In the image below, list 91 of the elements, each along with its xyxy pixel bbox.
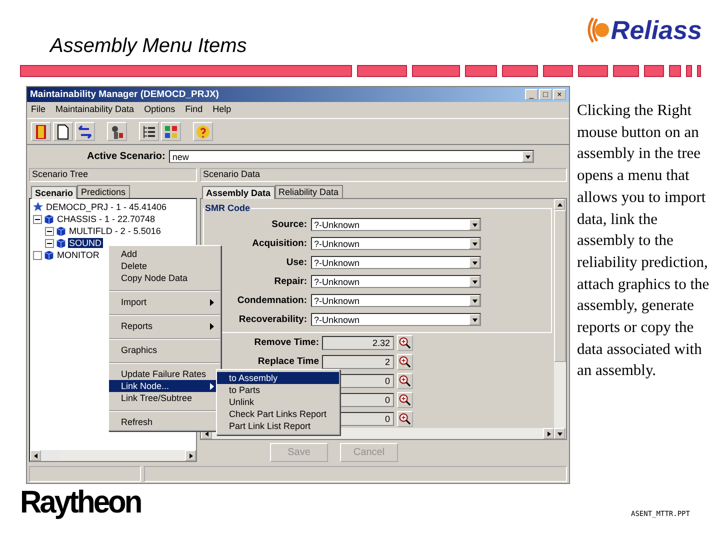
cube-icon xyxy=(56,226,66,236)
menu-item[interactable]: Help xyxy=(212,104,232,116)
window-control-button[interactable]: _ xyxy=(525,89,538,100)
number-field[interactable]: 2 xyxy=(322,354,394,368)
door-icon[interactable] xyxy=(31,122,51,141)
arrow-up-icon xyxy=(556,200,564,208)
new-page-icon[interactable] xyxy=(53,122,73,141)
field-label: Remove Time: xyxy=(254,337,319,348)
window-title: Maintainability Manager (DEMOCD_PRJX) xyxy=(30,89,219,100)
scrollbar[interactable] xyxy=(554,199,566,439)
tab[interactable]: Predictions xyxy=(77,185,130,198)
star-icon xyxy=(33,202,43,212)
number-field[interactable]: 2.32 xyxy=(322,336,394,350)
tree-item[interactable]: CHASSIS - 1 - 22.70748 xyxy=(56,214,156,224)
slide-body-text: Clicking the Right mouse button on an assembly in the tree opens a menu that allows you to import data, link the assembly to the reliability prediction, attach graphics to the assembly, generate reports or copy the data associated with an assembly. xyxy=(577,101,710,382)
code-dropdown[interactable]: ?-Unknown xyxy=(311,256,481,269)
group-title: SMR Code xyxy=(204,203,251,213)
arrow-down-icon xyxy=(470,240,478,248)
pane-title: Scenario Data xyxy=(200,168,567,182)
zoom-icon[interactable] xyxy=(397,334,413,350)
arrow-down-icon xyxy=(470,258,478,266)
arrow-right-icon xyxy=(186,452,194,460)
logo-text: Reliass xyxy=(610,14,702,46)
menu-item[interactable]: Update Failure Rates xyxy=(109,368,220,380)
help-icon[interactable] xyxy=(193,122,213,141)
scrollbar[interactable] xyxy=(30,450,196,461)
window-control-button[interactable]: × xyxy=(553,89,566,100)
field-label: Acquisition: xyxy=(252,238,307,249)
arrow-left-icon xyxy=(32,452,40,460)
arrow-down-icon xyxy=(470,220,478,228)
pane-title: Scenario Tree xyxy=(29,168,197,182)
company-logo-text: Raytheon xyxy=(20,485,141,521)
scenario-dropdown[interactable]: new xyxy=(169,150,534,163)
zoom-icon[interactable] xyxy=(397,392,413,408)
field-label: Repair: xyxy=(274,276,307,287)
arrow-down-icon xyxy=(470,296,478,304)
cube-icon xyxy=(44,214,54,224)
menu-item[interactable]: Reports xyxy=(109,320,220,340)
tab[interactable]: Scenario xyxy=(31,186,78,199)
code-dropdown[interactable]: ?-Unknown xyxy=(311,313,481,326)
arrow-down-icon xyxy=(470,278,478,286)
zoom-icon[interactable] xyxy=(397,354,413,370)
tab[interactable]: Assembly Data xyxy=(202,186,275,199)
submenu-arrow-icon xyxy=(210,298,214,306)
arrow-down-icon xyxy=(524,152,532,160)
submenu-arrow-icon xyxy=(210,322,214,330)
field-label: Source: xyxy=(272,219,307,230)
field-label: Active Scenario: xyxy=(87,151,166,162)
arrow-right-icon xyxy=(544,430,552,438)
arrow-down-icon xyxy=(556,430,564,438)
tab[interactable]: Reliability Data xyxy=(274,185,343,198)
menu-item[interactable]: Find xyxy=(185,104,203,116)
menu-item[interactable]: Delete xyxy=(109,260,220,272)
menu-item[interactable]: Copy Node Data xyxy=(109,272,220,292)
collapse-icon[interactable] xyxy=(33,214,42,224)
submenu-arrow-icon xyxy=(210,382,214,390)
zoom-icon[interactable] xyxy=(397,372,413,388)
collapse-icon[interactable] xyxy=(45,238,54,248)
window-control-button[interactable]: □ xyxy=(539,89,552,100)
code-dropdown[interactable]: ?-Unknown xyxy=(311,237,481,250)
tree-item[interactable]: MULTIFLD - 2 - 5.5016 xyxy=(68,226,162,236)
menu-item[interactable]: Add xyxy=(109,248,220,260)
cube-icon xyxy=(44,250,54,260)
menu-item[interactable]: Import xyxy=(109,296,220,316)
cube-icon xyxy=(56,238,66,248)
menu-item[interactable]: to Assembly xyxy=(217,372,339,384)
field-label: Condemnation: xyxy=(237,295,307,306)
arrow-down-icon xyxy=(470,316,478,324)
arrows-icon[interactable] xyxy=(75,122,95,141)
expand-icon[interactable] xyxy=(33,250,42,260)
logo-icon xyxy=(584,16,609,44)
tree-item[interactable]: DEMOCD_PRJ - 1 - 45.41406 xyxy=(45,202,168,212)
collapse-icon[interactable] xyxy=(45,226,54,236)
menu-item[interactable]: File xyxy=(31,104,46,116)
zoom-icon[interactable] xyxy=(397,410,413,426)
arrow-left-icon xyxy=(202,430,210,438)
menu-item[interactable]: Refresh xyxy=(109,416,220,428)
field-label: Replace Time xyxy=(258,356,319,367)
menu-item[interactable]: Maintainability Data xyxy=(56,104,134,116)
tree-item[interactable]: SOUND xyxy=(68,238,103,248)
field-label: Recoverability: xyxy=(238,314,307,325)
slide-title: Assembly Menu Items xyxy=(50,35,247,58)
code-dropdown[interactable]: ?-Unknown xyxy=(311,218,481,231)
tree-list-icon[interactable] xyxy=(139,122,159,141)
tree-item[interactable]: MONITOR xyxy=(56,250,100,260)
code-dropdown[interactable]: ?-Unknown xyxy=(311,294,481,307)
menu-item[interactable]: Options xyxy=(144,104,176,116)
scroll-thumb[interactable] xyxy=(41,450,61,461)
field-label: Use: xyxy=(286,257,307,268)
code-dropdown[interactable]: ?-Unknown xyxy=(311,275,481,288)
menu-item[interactable]: Graphics xyxy=(109,344,220,364)
